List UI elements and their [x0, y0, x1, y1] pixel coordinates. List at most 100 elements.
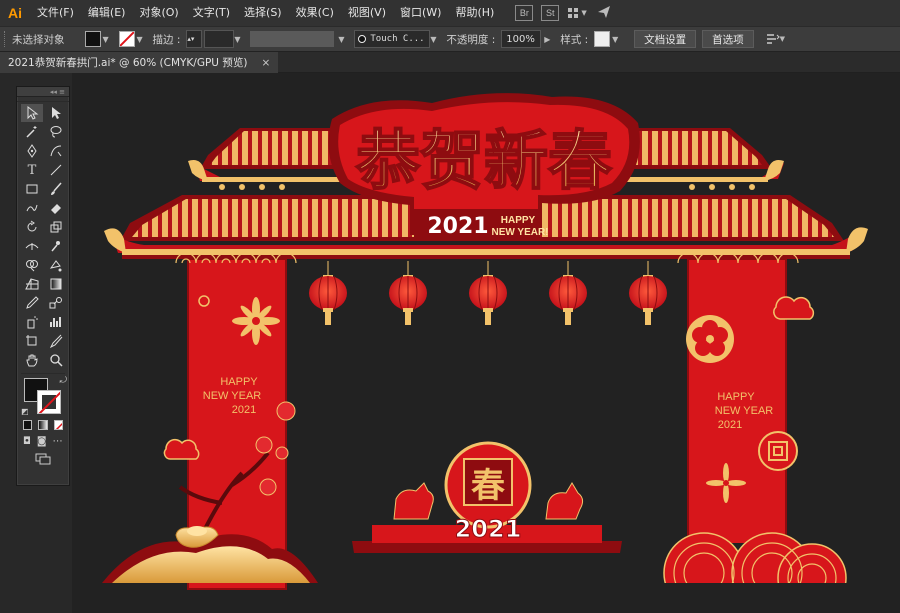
brush-name: Touch C...	[370, 34, 425, 44]
shape-builder-icon[interactable]	[21, 256, 43, 274]
type-tool-icon[interactable]: T	[21, 161, 43, 179]
lantern	[549, 261, 587, 325]
hand-tool-icon[interactable]	[21, 351, 43, 369]
arrange-documents-icon[interactable]: ▼	[766, 33, 786, 45]
eyedropper-icon[interactable]	[21, 294, 43, 312]
graphic-style-swatch[interactable]	[594, 31, 611, 47]
stage-year: 2021	[455, 515, 522, 543]
menu-file[interactable]: 文件(F)	[30, 0, 81, 26]
variable-width-profile[interactable]	[250, 31, 335, 47]
plum-blossom-icon	[686, 315, 734, 363]
slice-tool-icon[interactable]	[45, 332, 67, 350]
stroke-swatch[interactable]	[118, 31, 135, 47]
symbol-sprayer-icon[interactable]	[21, 313, 43, 331]
menu-select[interactable]: 选择(S)	[237, 0, 289, 26]
eraser-icon[interactable]	[45, 199, 67, 217]
more-tools-icon[interactable]: ⋯	[53, 436, 63, 447]
bridge-icon[interactable]: Br	[515, 5, 534, 21]
chevron-down-icon[interactable]: ▼	[234, 35, 244, 44]
opacity-field[interactable]: 100%	[501, 30, 542, 48]
scale-tool-icon[interactable]	[45, 218, 67, 236]
perspective-grid-icon[interactable]	[21, 275, 43, 293]
blend-tool-icon[interactable]	[45, 294, 67, 312]
brush-definition[interactable]: Touch C...	[354, 30, 431, 48]
app-logo: Ai	[8, 5, 22, 21]
document-tab[interactable]: 2021恭贺新春拱门.ai* @ 60% (CMYK/GPU 预览) ×	[0, 52, 279, 73]
lantern	[629, 261, 667, 325]
rotate-tool-icon[interactable]	[21, 218, 43, 236]
paintbrush-icon[interactable]	[45, 180, 67, 198]
menu-object[interactable]: 对象(O)	[132, 0, 185, 26]
right-pillar-line-2: NEW YEAR	[715, 405, 774, 417]
gradient-mode-icon[interactable]	[38, 420, 48, 430]
zoom-tool-icon[interactable]	[45, 351, 67, 369]
chevron-down-icon[interactable]: ▼	[103, 35, 113, 44]
swap-colors-icon[interactable]: ⤾	[60, 376, 68, 386]
tools-divider	[21, 371, 65, 374]
color-mode-row	[17, 416, 69, 434]
menu-help[interactable]: 帮助(H)	[448, 0, 501, 26]
cloud-icon	[773, 296, 815, 320]
spring-character: 春	[471, 466, 505, 506]
shaper-tool-icon[interactable]	[21, 199, 43, 217]
chevron-right-icon[interactable]: ▶	[544, 35, 554, 44]
preferences-button[interactable]: 首选项	[702, 30, 754, 48]
width-tool-icon[interactable]	[21, 237, 43, 255]
line-segment-icon[interactable]	[45, 161, 67, 179]
document-tab-bar: 2021恭贺新春拱门.ai* @ 60% (CMYK/GPU 预览) ×	[0, 52, 900, 73]
fill-swatch[interactable]	[84, 31, 101, 47]
lantern	[469, 261, 507, 325]
menu-edit[interactable]: 编辑(E)	[81, 0, 133, 26]
menu-view[interactable]: 视图(V)	[341, 0, 393, 26]
none-mode-icon[interactable]	[53, 420, 63, 430]
chevron-down-icon[interactable]: ▼	[338, 35, 348, 44]
stroke-weight-stepper[interactable]: ▴▾	[186, 30, 203, 48]
close-icon[interactable]: ×	[261, 57, 270, 69]
rectangle-tool-icon[interactable]	[21, 180, 43, 198]
opacity-label: 不透明度 :	[446, 33, 496, 46]
layout-icon[interactable]: ▼	[567, 5, 589, 21]
fill-stroke-widget[interactable]: ⤾ ◩	[21, 376, 67, 416]
stock-icon[interactable]: St	[541, 5, 560, 21]
screen-mode-icon[interactable]: ◙	[37, 436, 47, 447]
right-pillar: HAPPY NEW YEAR 2021	[652, 252, 862, 613]
draw-mode-row: ◘ ◙ ⋯	[17, 434, 69, 449]
chevron-down-icon[interactable]: ▼	[430, 35, 440, 44]
chevron-down-icon[interactable]: ▼	[612, 35, 622, 44]
artboard-canvas[interactable]: 恭贺新春 2021 HAPPY NEW YEAR! HAPPY NEW YEAR…	[72, 73, 900, 613]
pen-tool-icon[interactable]	[21, 142, 43, 160]
column-graph-icon[interactable]	[45, 313, 67, 331]
live-paint-icon[interactable]	[45, 256, 67, 274]
curvature-tool-icon[interactable]	[45, 142, 67, 160]
change-screen-mode-icon[interactable]	[17, 449, 69, 465]
medallion-icon	[758, 431, 798, 471]
paper-plane-icon[interactable]	[597, 5, 613, 21]
menu-type[interactable]: 文字(T)	[186, 0, 237, 26]
draw-normal-icon[interactable]: ◘	[23, 436, 31, 447]
right-pillar-line-1: HAPPY	[717, 391, 755, 403]
selection-tool-icon[interactable]	[21, 104, 43, 122]
chevron-down-icon[interactable]: ▼	[137, 35, 147, 44]
left-pillar-line-3: 2021	[232, 404, 256, 416]
stroke-color-swatch[interactable]	[37, 390, 61, 414]
control-bar-grip[interactable]	[4, 31, 8, 47]
gradient-tool-icon[interactable]	[45, 275, 67, 293]
direct-selection-tool-icon[interactable]	[45, 104, 67, 122]
artboard-tool-icon[interactable]	[21, 332, 43, 350]
stroke-weight-field[interactable]	[204, 30, 235, 48]
wave-pattern	[652, 532, 862, 613]
plaque-greeting-2: NEW YEAR!	[491, 227, 548, 238]
default-colors-icon[interactable]: ◩	[21, 407, 29, 416]
color-mode-icon[interactable]	[23, 420, 33, 430]
lantern	[389, 261, 427, 325]
document-setup-button[interactable]: 文档设置	[634, 30, 697, 48]
cloud-icon	[163, 438, 200, 460]
magic-wand-icon[interactable]	[21, 123, 43, 141]
menu-window[interactable]: 窗口(W)	[393, 0, 448, 26]
arch-artwork: 恭贺新春 2021 HAPPY NEW YEAR! HAPPY NEW YEAR…	[102, 93, 868, 613]
puppet-warp-icon[interactable]	[45, 237, 67, 255]
menu-effect[interactable]: 效果(C)	[289, 0, 341, 26]
left-pillar-line-2: NEW YEAR	[203, 390, 262, 402]
tools-panel-header[interactable]: ◂◂ ≡	[17, 87, 69, 97]
lasso-icon[interactable]	[45, 123, 67, 141]
